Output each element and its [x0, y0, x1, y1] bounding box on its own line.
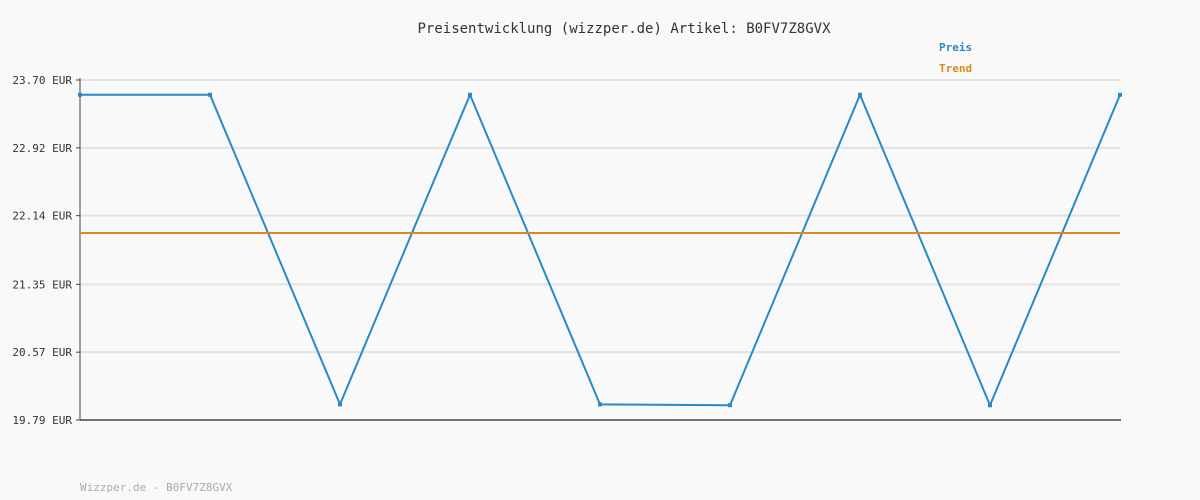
- price-chart: 23.70 EUR 22.92 EUR 22.14 EUR 21.35 EUR 20.5…: [0, 0, 1200, 500]
- data-point: [338, 402, 342, 407]
- data-point: [208, 92, 212, 97]
- data-point: [858, 92, 862, 97]
- y-tick-label: 22.92 EUR: [12, 142, 72, 155]
- y-tick-label: 23.70 EUR: [12, 74, 72, 87]
- y-tick-label: 22.14 EUR: [12, 210, 72, 223]
- y-tick-label: 21.35 EUR: [12, 278, 72, 291]
- footer-source: Wizzper.de - B0FV7Z8GVX: [80, 481, 233, 494]
- data-point: [468, 92, 472, 97]
- y-tick-label: 19.79 EUR: [12, 414, 72, 427]
- data-point: [598, 402, 602, 407]
- y-tick-labels: 23.70 EUR 22.92 EUR 22.14 EUR 21.35 EUR 20.5…: [12, 74, 72, 427]
- data-point: [78, 92, 82, 97]
- data-point: [1118, 92, 1122, 97]
- chart-title: Preisentwicklung (wizzper.de) Artikel: B…: [417, 21, 831, 37]
- legend-entry-trend: Trend: [939, 62, 972, 75]
- data-point: [988, 403, 992, 408]
- plot-area: [80, 80, 1120, 420]
- y-tick-label: 20.57 EUR: [12, 346, 72, 359]
- chart-canvas: 23.70 EUR 22.92 EUR 22.14 EUR 21.35 EUR 20.5…: [12, 21, 1122, 494]
- legend-entry-preis: Preis: [939, 41, 972, 54]
- data-point: [728, 403, 732, 408]
